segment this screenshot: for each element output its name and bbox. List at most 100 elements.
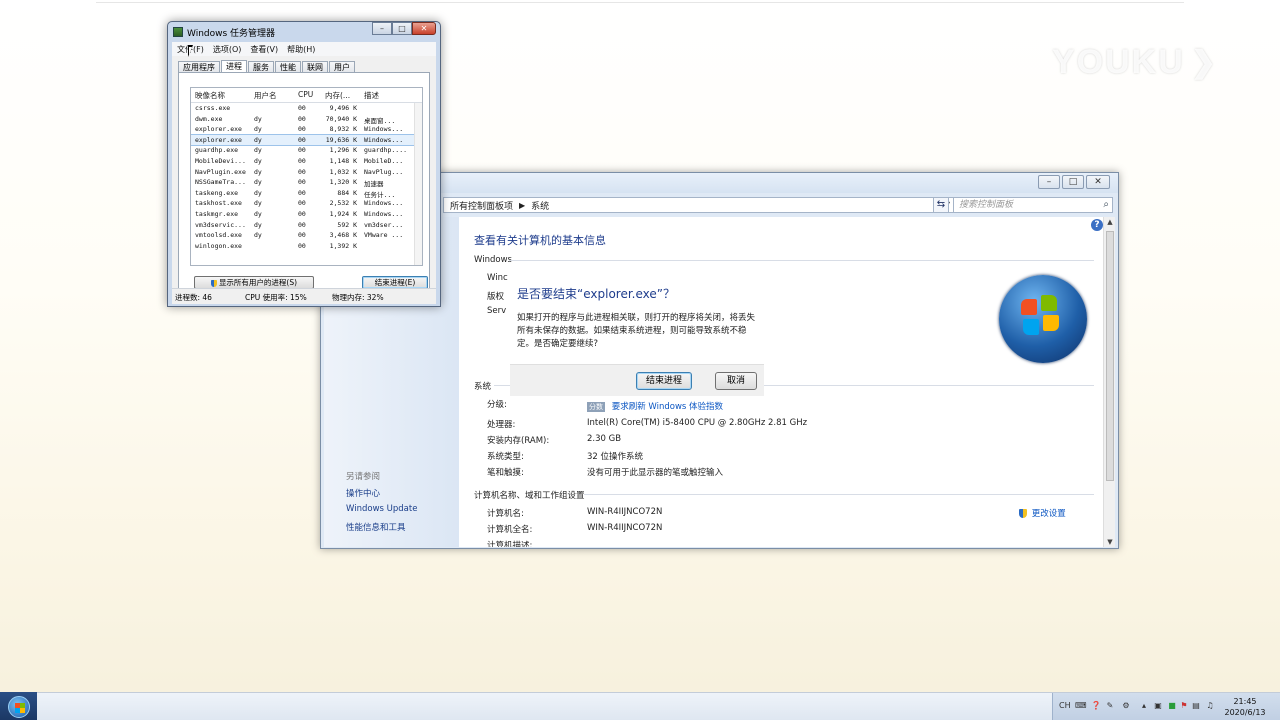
minimize-button[interactable]: –: [372, 22, 392, 35]
system-type-label: 系统类型:: [487, 452, 524, 462]
performance-tools-link[interactable]: 性能信息和工具: [346, 521, 406, 533]
start-button[interactable]: [0, 692, 37, 720]
menu-help[interactable]: 帮助(H): [287, 44, 315, 55]
process-row[interactable]: taskeng.exe dy 00 884 K 任务计...: [191, 188, 422, 199]
task-manager-titlebar[interactable]: Windows 任务管理器 – □ ✕: [168, 22, 440, 44]
process-row[interactable]: vmtoolsd.exe dy 00 3,468 K VMware ...: [191, 230, 422, 241]
process-row[interactable]: vm3dservic... dy 00 592 K vm3dser...: [191, 220, 422, 231]
process-description: Windows...: [364, 199, 404, 208]
menu-options[interactable]: 选项(O): [213, 44, 242, 55]
process-user: dy: [254, 135, 262, 144]
process-description: guardhp....: [364, 146, 408, 155]
process-row[interactable]: explorer.exe dy 00 8,932 K Windows...: [191, 124, 422, 135]
process-list[interactable]: 映像名称 用户名 CPU 内存(... 描述 csrss.exe 00 9,496 …: [190, 87, 423, 266]
search-icon[interactable]: ⌕: [1103, 198, 1109, 212]
process-cpu: 00: [298, 146, 306, 155]
maximize-button[interactable]: □: [392, 22, 412, 35]
column-description[interactable]: 描述: [364, 90, 379, 101]
search-input[interactable]: 搜索控制面板 ⌕: [953, 197, 1113, 213]
process-row[interactable]: NavPlugin.exe dy 00 1,032 K NavPlug...: [191, 167, 422, 178]
process-memory: 9,496 K: [329, 104, 357, 112]
task-manager-body: 应用程序 进程 服务 性能 联网 用户 映像名称 用户名 CPU 内存(... …: [172, 56, 436, 304]
process-description: MobileD...: [364, 156, 404, 165]
cancel-button[interactable]: 取消: [715, 372, 757, 390]
minimize-button[interactable]: –: [1038, 175, 1060, 189]
volume-icon[interactable]: ♫: [1205, 701, 1215, 711]
help-icon[interactable]: ?: [1091, 219, 1103, 231]
full-computer-name-value: WIN-R4IIJNCO72N: [587, 523, 663, 533]
process-cpu: 00: [298, 178, 306, 187]
process-name: MobileDevi...: [195, 156, 246, 165]
youku-watermark: YOUKU ❯: [1052, 40, 1238, 84]
column-image-name[interactable]: 映像名称: [195, 90, 225, 101]
action-center-flag-icon[interactable]: ⚑: [1179, 701, 1189, 711]
clock-time: 21:45: [1233, 697, 1257, 706]
dialog-footer: 结束进程 取消: [510, 364, 764, 396]
processor-label: 处理器:: [487, 420, 516, 430]
refresh-experience-index-link[interactable]: 要求刷新 Windows 体验指数: [612, 402, 723, 412]
vmware-tools-icon[interactable]: ■: [1167, 701, 1177, 711]
process-row[interactable]: MobileDevi... dy 00 1,148 K MobileD...: [191, 156, 422, 167]
close-button[interactable]: ✕: [412, 22, 436, 35]
scroll-up-icon[interactable]: ▲: [1104, 218, 1116, 226]
show-all-users-label: 显示所有用户的进程(S): [218, 278, 298, 287]
address-bar[interactable]: 所有控制面板项 ▶ 系统 ▼: [443, 197, 955, 213]
process-cpu: 00: [298, 114, 306, 123]
process-memory: 2,532 K: [329, 199, 357, 208]
process-row[interactable]: explorer.exe dy 00 19,636 K Windows...: [191, 133, 422, 147]
rating-label: 分级:: [487, 400, 507, 410]
process-row[interactable]: taskmgr.exe dy 00 1,924 K Windows...: [191, 209, 422, 220]
maximize-button[interactable]: □: [1062, 175, 1084, 189]
process-row[interactable]: NSSGameTra... dy 00 1,320 K 加速器: [191, 177, 422, 188]
mouse-cursor-fill: [189, 47, 192, 55]
full-computer-name-label: 计算机全名:: [487, 525, 533, 535]
task-manager-window: Windows 任务管理器 – □ ✕ 文件(F) 选项(O) 查看(V) 帮助…: [167, 21, 441, 307]
menu-bar: 文件(F) 选项(O) 查看(V) 帮助(H): [172, 42, 436, 56]
show-hidden-icons-chevron-icon[interactable]: ▴: [1139, 701, 1149, 711]
action-center-link[interactable]: 操作中心: [346, 487, 380, 499]
change-settings-link[interactable]: 更改设置: [1032, 509, 1066, 519]
section-divider: [584, 494, 1094, 495]
monitor-icon[interactable]: ▤: [1191, 701, 1201, 711]
breadcrumb-chevron-icon: ▶: [519, 200, 526, 210]
close-button[interactable]: ✕: [1086, 175, 1110, 189]
process-memory: 3,468 K: [329, 231, 357, 240]
column-user-name[interactable]: 用户名: [254, 90, 277, 101]
column-memory[interactable]: 内存(...: [325, 90, 350, 101]
menu-view[interactable]: 查看(V): [250, 44, 278, 55]
process-cpu: 00: [298, 241, 306, 250]
language-indicator[interactable]: CH: [1059, 701, 1071, 711]
process-row[interactable]: winlogon.exe 00 1,392 K: [191, 241, 422, 252]
keyboard-icon[interactable]: ⌨: [1075, 701, 1087, 711]
process-user: dy: [254, 188, 262, 197]
end-process-button[interactable]: 结束进程: [636, 372, 692, 390]
physical-memory: 物理内存: 32%: [332, 293, 384, 302]
process-rows: csrss.exe 00 9,496 K dwm.exe dy 00 70,940 K 桌面窗…: [191, 103, 422, 251]
process-name: csrss.exe: [195, 104, 231, 112]
refresh-icon[interactable]: ⇆: [933, 197, 949, 213]
process-row[interactable]: taskhost.exe dy 00 2,532 K Windows...: [191, 198, 422, 209]
computer-name-value: WIN-R4IIJNCO72N: [587, 507, 663, 517]
clock[interactable]: 21:45 2020/6/13: [1217, 696, 1273, 718]
process-cpu: 00: [298, 209, 306, 218]
process-name: taskmgr.exe: [195, 209, 239, 218]
scrollbar-thumb[interactable]: [1106, 231, 1114, 481]
breadcrumb-system[interactable]: 系统: [531, 199, 549, 212]
vertical-scrollbar[interactable]: ▲ ▼: [1103, 217, 1115, 547]
help-icon[interactable]: ❓: [1091, 701, 1101, 711]
process-row[interactable]: dwm.exe dy 00 70,940 K 桌面窗...: [191, 114, 422, 125]
breadcrumb-control-panel-items[interactable]: 所有控制面板项: [450, 199, 513, 212]
task-manager-title: Windows 任务管理器: [187, 29, 276, 39]
column-cpu[interactable]: CPU: [298, 90, 313, 99]
process-list-scrollbar[interactable]: [414, 103, 422, 265]
process-name: explorer.exe: [195, 135, 242, 144]
process-row[interactable]: guardhp.exe dy 00 1,296 K guardhp....: [191, 145, 422, 156]
network-icon[interactable]: ▣: [1153, 701, 1163, 711]
pen-icon[interactable]: ✎: [1105, 701, 1115, 711]
scroll-down-icon[interactable]: ▼: [1104, 538, 1116, 546]
windows-start-icon: [7, 695, 30, 718]
settings-icon[interactable]: ⚙: [1121, 701, 1131, 711]
process-row[interactable]: csrss.exe 00 9,496 K: [191, 103, 422, 114]
uac-shield-icon: [210, 279, 217, 287]
windows-update-link[interactable]: Windows Update: [346, 504, 417, 514]
